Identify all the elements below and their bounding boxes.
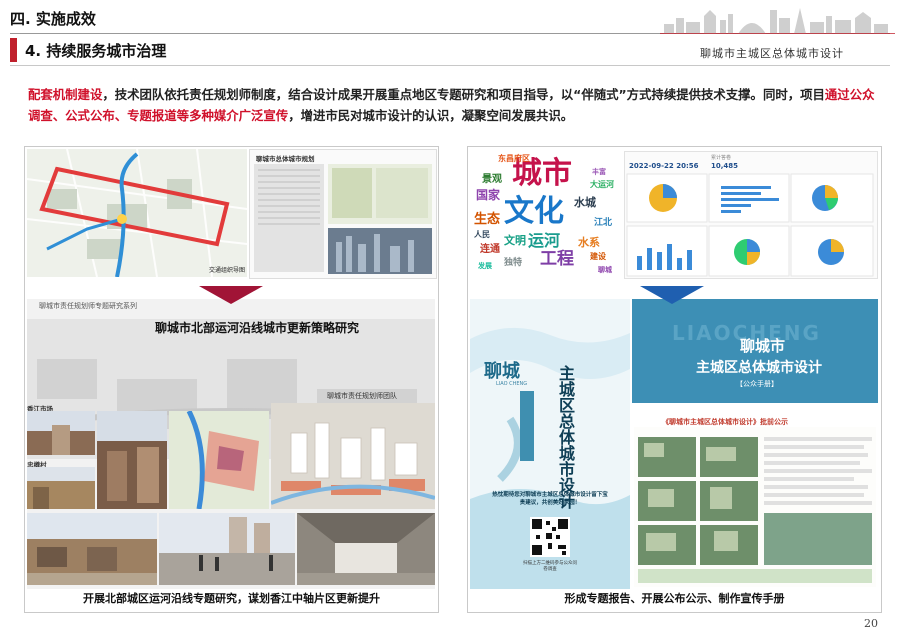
sheet-content-graphic	[254, 164, 432, 274]
team-label: 聊城市责任规划师团队	[327, 392, 397, 400]
brochure-qr-note: 扫描上方二维码参与公众问卷调查	[523, 561, 577, 572]
wordcloud-word-jiangbei: 江北	[594, 218, 613, 228]
intro-highlight-1: 配套机制建设	[28, 87, 103, 102]
wordcloud-word-ecology: 生态	[474, 212, 501, 227]
old-building-photo	[27, 513, 157, 585]
study-title: 聊城市北部运河沿线城市更新策略研究	[155, 321, 360, 335]
intro-paragraph: 配套机制建设，技术团队依托责任规划师制度，结合设计成果开展重点地区专题研究和项目…	[28, 84, 880, 126]
subsection-marker	[10, 38, 17, 62]
wordcloud-word-people: 人民	[474, 230, 490, 239]
right-down-arrow	[640, 286, 704, 304]
word-cloud: 城市 文化 运河 工程 东昌府区 景观 国家 生态 水城 文明 连通 独特 江北…	[474, 151, 624, 277]
project-name: 聊城市主城区总体城市设计	[700, 47, 844, 60]
survey-date: 2022-09-22 20:56	[629, 162, 699, 170]
wordcloud-word-civilization: 文明	[504, 234, 526, 247]
wordcloud-word-build: 建设	[590, 252, 606, 261]
right-caption: 形成专题报告、开展公布公示、制作宣传手册	[564, 592, 785, 605]
wordcloud-word-rich: 丰富	[592, 168, 606, 176]
wordcloud-word-watercity: 水城	[574, 196, 596, 209]
wordcloud-word-nation: 国家	[476, 188, 501, 202]
brochure-city: 聊城	[484, 361, 520, 382]
left-panel: 聊城市总体城市规划 交通组织导图 聊城市责任规划师专题研究系列 聊城市北部运河沿…	[24, 146, 439, 613]
series-label: 聊城市责任规划师专题研究系列	[39, 302, 137, 310]
market-closeup-photo	[97, 411, 167, 509]
intro-text-2: ，增进市民对城市设计的认识，凝聚空间发展共识。	[288, 108, 574, 123]
planning-sheet: 聊城市总体城市规划	[249, 149, 437, 279]
wordcloud-word-project: 工程	[540, 249, 574, 269]
city-skyline-graphic	[660, 8, 895, 34]
survey-count-label: 累计答卷	[711, 155, 732, 161]
brochure-invite: 热忱期待您对聊城市主城区总体城市设计留下宝贵建议，共创美好家园！	[492, 492, 608, 506]
wordcloud-word-district: 东昌府区	[498, 154, 530, 163]
survey-charts-graphic	[626, 173, 874, 277]
wordcloud-word-landscape: 景观	[482, 174, 502, 185]
traffic-map-graphic	[27, 149, 247, 277]
wordcloud-word-connect: 连通	[480, 244, 500, 255]
notice-title: 《聊城市主城区总体城市设计》批前公示	[662, 418, 788, 426]
wordcloud-word-watersystem: 水系	[578, 236, 600, 249]
brochure-pin: LIAO CHENG	[496, 381, 528, 387]
canal-map-image	[169, 411, 269, 509]
brochure-qr-code	[530, 517, 570, 557]
section-title: 四. 实施成效	[10, 10, 96, 28]
header-underline	[10, 65, 890, 66]
notice-poster: LIAOCHENG 聊城市 主城区总体城市设计 【公众手册】 《聊城市主城区总体…	[632, 299, 878, 589]
survey-count: 10,485	[711, 162, 739, 170]
brochure-cover: 聊城 LIAO CHENG 主城区总体城市设计 热忱期待您对聊城市主城区总体城市…	[470, 299, 630, 589]
notice-maps-graphic	[634, 427, 876, 587]
wordcloud-word-culture: 文化	[504, 194, 564, 229]
wordcloud-word-unique: 独特	[504, 258, 523, 268]
warehouse-photo	[297, 513, 435, 585]
wordcloud-word-city: 城市	[512, 156, 572, 191]
site-survey-photo	[159, 513, 295, 585]
poster-city: 聊城市	[740, 337, 786, 355]
intro-text-1: ，技术团队依托责任规划师制度，结合设计成果开展重点地区专题研究和项目指导，以“伴…	[102, 87, 825, 102]
survey-dashboard: 2022-09-22 20:56 累计答卷 10,485	[624, 151, 878, 279]
study-poster: 聊城市责任规划师专题研究系列 聊城市北部运河沿线城市更新策略研究 聊城市责任规划…	[27, 299, 435, 589]
sheet-title: 聊城市总体城市规划	[256, 155, 315, 163]
traffic-map-label: 交通组织导图	[209, 267, 246, 274]
market-street-photo	[27, 411, 95, 455]
right-panel: 城市 文化 运河 工程 东昌府区 景观 国家 生态 水城 文明 连通 独特 江北…	[467, 146, 882, 613]
poster-tag: 【公众手册】	[736, 380, 778, 388]
poster-title: 主城区总体城市设计	[696, 360, 822, 376]
wordcloud-word-grandcanal: 大运河	[590, 180, 614, 189]
page-number: 20	[864, 617, 878, 630]
subsection-title: 4. 持续服务城市治理	[25, 42, 167, 60]
wordcloud-word-canal: 运河	[528, 231, 561, 250]
traffic-map-image	[27, 149, 247, 277]
wordcloud-word-liaocheng: 聊城	[598, 266, 612, 274]
village-photo	[27, 467, 95, 509]
wordcloud-word-develop: 发展	[478, 262, 492, 270]
renewal-render-image	[271, 403, 435, 509]
left-down-arrow	[199, 286, 263, 304]
brochure-ribbon	[520, 391, 534, 461]
left-caption: 开展北部城区运河沿线专题研究，谋划香江中轴片区更新提升	[83, 592, 380, 605]
brochure-title: 主城区总体城市设计	[556, 365, 575, 509]
